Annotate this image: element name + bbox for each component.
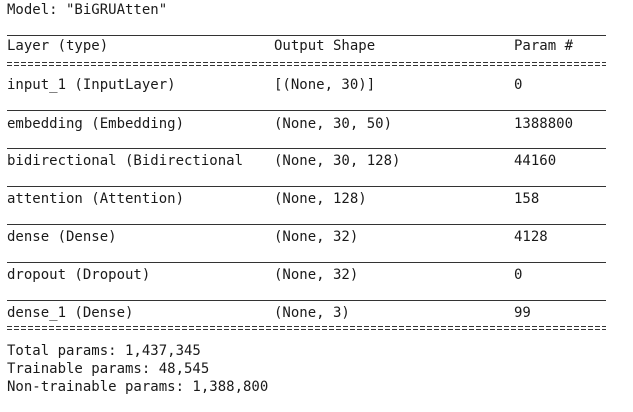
footer-double-rule bbox=[7, 326, 606, 331]
header-layer: Layer (type) bbox=[7, 38, 109, 54]
output-shape: (None, 32) bbox=[274, 267, 359, 283]
output-shape: (None, 32) bbox=[274, 229, 359, 245]
param-count: 158 bbox=[514, 191, 540, 207]
row-rule bbox=[7, 110, 606, 111]
row-rule bbox=[7, 224, 606, 225]
output-shape: [(None, 30)] bbox=[274, 77, 376, 93]
param-count: 99 bbox=[514, 305, 531, 321]
total-params: Total params: 1,437,345 bbox=[7, 343, 201, 359]
row-rule bbox=[7, 300, 606, 301]
layer-name: attention (Attention) bbox=[7, 191, 185, 207]
header-output-shape: Output Shape bbox=[274, 38, 376, 54]
layer-name: dropout (Dropout) bbox=[7, 267, 151, 283]
header-param-count: Param # bbox=[514, 38, 574, 54]
model-summary: Model: "BiGRUAtten" Layer (type) Output … bbox=[0, 0, 633, 412]
layer-name: input_1 (InputLayer) bbox=[7, 77, 176, 93]
layer-name: dense_1 (Dense) bbox=[7, 305, 134, 321]
layer-name: bidirectional (Bidirectional bbox=[7, 153, 244, 169]
param-count: 44160 bbox=[514, 153, 557, 169]
top-rule bbox=[7, 35, 606, 36]
trainable-params: Trainable params: 48,545 bbox=[7, 361, 210, 377]
output-shape: (None, 3) bbox=[274, 305, 350, 321]
row-rule bbox=[7, 186, 606, 187]
row-rule bbox=[7, 262, 606, 263]
output-shape: (None, 30, 50) bbox=[274, 116, 393, 132]
layer-name: embedding (Embedding) bbox=[7, 116, 185, 132]
param-count: 0 bbox=[514, 267, 523, 283]
row-rule bbox=[7, 148, 606, 149]
header-double-rule bbox=[7, 62, 606, 67]
param-count: 0 bbox=[514, 77, 523, 93]
layer-name: dense (Dense) bbox=[7, 229, 117, 245]
output-shape: (None, 30, 128) bbox=[274, 153, 401, 169]
non-trainable-params: Non-trainable params: 1,388,800 bbox=[7, 379, 269, 395]
output-shape: (None, 128) bbox=[274, 191, 367, 207]
param-count: 1388800 bbox=[514, 116, 574, 132]
model-title: Model: "BiGRUAtten" bbox=[7, 2, 168, 18]
param-count: 4128 bbox=[514, 229, 548, 245]
